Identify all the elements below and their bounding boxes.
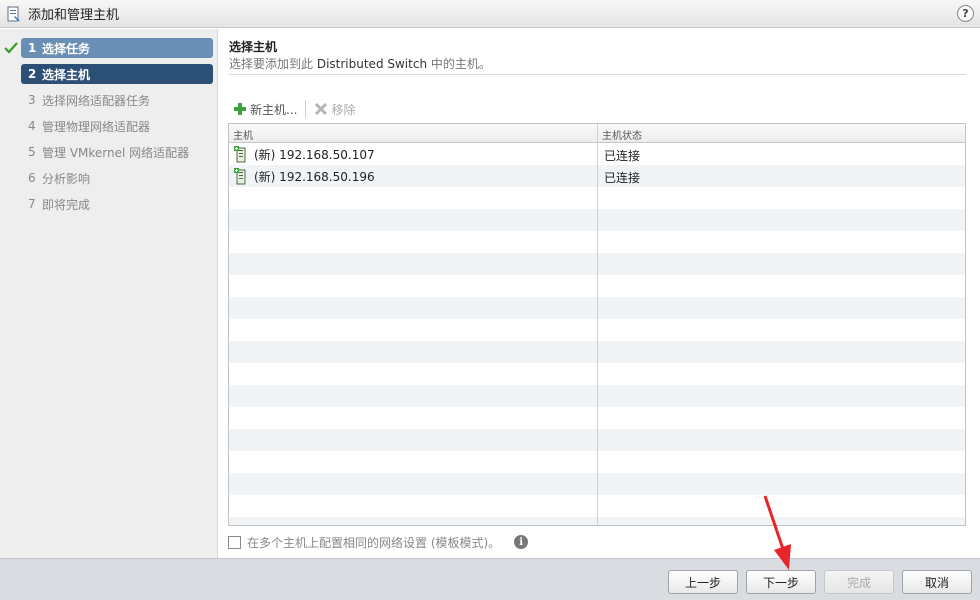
remove-x-icon — [314, 102, 328, 116]
finish-button: 完成 — [824, 570, 894, 594]
hosts-table: 主机 主机状态 (新) 192.168.50.107 已连接 (新) 192.1… — [228, 123, 966, 526]
remove-button[interactable]: 移除 — [314, 101, 355, 118]
host-status: 已连接 — [604, 149, 641, 163]
host-name: (新) 192.168.50.196 — [254, 170, 375, 184]
window-title: 添加和管理主机 — [28, 8, 120, 23]
new-host-button[interactable]: 新主机... — [233, 101, 297, 118]
page-title: 选择主机 — [229, 40, 278, 54]
step-analyze-impact: 6 分析影响 — [28, 171, 91, 186]
toolbar-divider — [305, 100, 307, 118]
table-row[interactable]: (新) 192.168.50.196 已连接 — [229, 165, 965, 187]
header-divider — [229, 74, 966, 75]
title-bar: 添加和管理主机 ? — [0, 0, 980, 28]
back-button[interactable]: 上一步 — [668, 570, 738, 594]
plus-icon — [233, 102, 247, 116]
host-server-icon — [234, 168, 248, 185]
wizard-icon — [7, 6, 21, 22]
host-status: 已连接 — [604, 171, 641, 185]
step-manage-vmkernel-adapters: 5 管理 VMkernel 网络适配器 — [28, 145, 190, 160]
help-icon[interactable]: ? — [957, 5, 974, 22]
column-header-host[interactable]: 主机 — [233, 127, 253, 142]
step-ready-to-complete: 7 即将完成 — [28, 197, 91, 212]
host-server-icon — [234, 146, 248, 163]
step-select-hosts[interactable]: 2 选择主机 — [21, 64, 213, 84]
step-manage-physical-adapters: 4 管理物理网络适配器 — [28, 119, 151, 134]
host-toolbar: 新主机... 移除 — [233, 99, 355, 119]
step-select-task[interactable]: 1 选择任务 — [21, 38, 213, 58]
page-subtitle: 选择要添加到此 Distributed Switch 中的主机。 — [229, 57, 491, 71]
wizard-footer: 上一步 下一步 完成 取消 — [0, 558, 980, 600]
info-icon[interactable]: i — [514, 535, 529, 549]
host-name: (新) 192.168.50.107 — [254, 148, 375, 162]
template-mode-option[interactable]: 在多个主机上配置相同的网络设置 (模板模式)。 i — [228, 533, 529, 551]
next-button[interactable]: 下一步 — [746, 570, 816, 594]
wizard-steps-sidebar: 1 选择任务 2 选择主机 3 选择网络适配器任务 4 管理物理网络适配器 5 … — [0, 29, 218, 558]
step-select-adapter-tasks: 3 选择网络适配器任务 — [28, 93, 151, 108]
table-row[interactable]: (新) 192.168.50.107 已连接 — [229, 143, 965, 165]
column-header-host-status[interactable]: 主机状态 — [602, 127, 642, 142]
template-mode-label: 在多个主机上配置相同的网络设置 (模板模式)。 — [247, 535, 501, 550]
template-mode-checkbox[interactable] — [228, 535, 241, 549]
cancel-button[interactable]: 取消 — [902, 570, 972, 594]
checkmark-icon — [4, 41, 18, 55]
